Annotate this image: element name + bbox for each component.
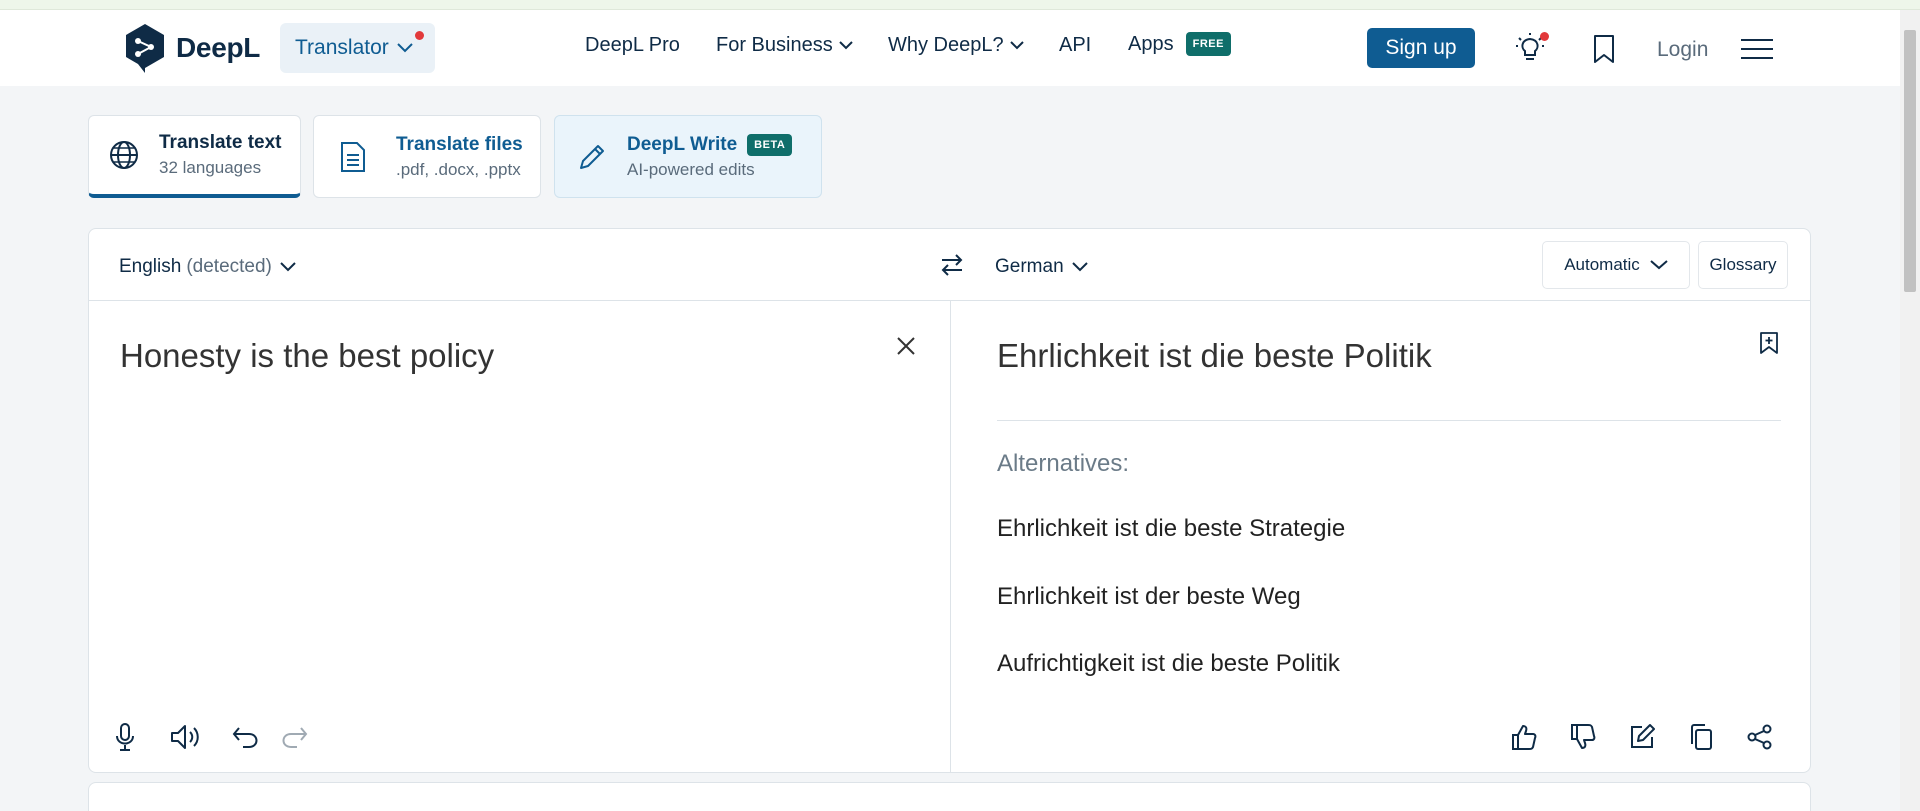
edit-translation-button[interactable]: [1624, 719, 1660, 755]
hamburger-menu-icon: [1741, 39, 1773, 59]
alternative-item[interactable]: Aufrichtigkeit ist die beste Politik: [997, 650, 1340, 678]
chevron-down-icon: [397, 43, 413, 53]
site-header: DeepL Translator DeepL Pro For Business …: [0, 10, 1900, 86]
signup-button[interactable]: Sign up: [1367, 28, 1475, 68]
dictate-button[interactable]: [107, 719, 143, 755]
chevron-down-icon: [1071, 262, 1088, 272]
panel-divider: [950, 301, 951, 772]
swap-languages-button[interactable]: [935, 249, 969, 281]
speaker-icon: [171, 725, 199, 749]
tab-deepl-write-subtitle: AI-powered edits: [627, 159, 755, 179]
target-language-selector[interactable]: German: [995, 256, 1088, 278]
alternatives-separator: [997, 420, 1781, 421]
redo-icon: [282, 727, 308, 748]
nav-why-deepl-label: Why DeepL?: [888, 34, 1004, 56]
browser-top-strip: [0, 0, 1920, 10]
undo-icon: [232, 727, 258, 748]
translator-panel: English (detected) German Automatic Glos…: [88, 228, 1811, 773]
source-language-label: English: [119, 256, 182, 277]
nav-why-deepl[interactable]: Why DeepL?: [888, 34, 1024, 57]
nav-for-business-label: For Business: [716, 34, 833, 56]
deepl-logo-icon: [126, 24, 164, 73]
tab-translate-text-title: Translate text: [159, 132, 282, 153]
nav-apps[interactable]: Apps FREE: [1128, 32, 1231, 56]
nav-for-business[interactable]: For Business: [716, 34, 853, 57]
share-button[interactable]: [1742, 719, 1778, 755]
saved-translations-button[interactable]: [1586, 31, 1622, 67]
thumbs-down-button[interactable]: [1565, 719, 1601, 755]
page-scrollbar[interactable]: [1900, 10, 1920, 811]
next-section-panel: [88, 782, 1811, 811]
main-menu-button[interactable]: [1740, 34, 1774, 64]
thumbs-up-button[interactable]: [1506, 719, 1542, 755]
detected-note: (detected): [186, 256, 272, 277]
tab-translate-files-subtitle: .pdf, .docx, .pptx: [396, 159, 521, 179]
target-language-label: German: [995, 256, 1064, 277]
microphone-icon: [116, 723, 134, 751]
alternatives-label: Alternatives:: [997, 450, 1130, 477]
tab-translate-files-title: Translate files: [396, 133, 523, 155]
translator-label: Translator: [295, 36, 389, 59]
tab-translate-text[interactable]: Translate text 32 languages: [88, 115, 301, 198]
clear-source-button[interactable]: [892, 332, 920, 360]
tips-button[interactable]: [1512, 29, 1549, 65]
login-link[interactable]: Login: [1657, 38, 1708, 62]
translator-menu-button[interactable]: Translator: [280, 23, 435, 73]
logo-text: DeepL: [176, 32, 261, 63]
translated-text[interactable]: Ehrlichkeit ist die beste Politik: [997, 337, 1432, 375]
pencil-icon: [580, 144, 604, 169]
chevron-down-icon: [1009, 41, 1024, 50]
free-badge: FREE: [1185, 32, 1231, 56]
copy-translation-button[interactable]: [1683, 719, 1719, 755]
chevron-down-icon: [839, 41, 853, 50]
thumbs-up-icon: [1512, 725, 1537, 750]
edit-icon: [1631, 724, 1655, 748]
copy-icon: [1691, 724, 1712, 750]
save-translation-button[interactable]: [1755, 329, 1783, 357]
nav-api[interactable]: API: [1059, 34, 1091, 57]
source-language-selector[interactable]: English (detected): [119, 256, 296, 278]
undo-button[interactable]: [227, 719, 263, 755]
alternative-item[interactable]: Ehrlichkeit ist der beste Weg: [997, 583, 1301, 611]
thumbs-down-icon: [1571, 724, 1596, 749]
glossary-button[interactable]: Glossary: [1698, 241, 1788, 289]
bookmark-add-icon: [1760, 332, 1778, 354]
tab-deepl-write[interactable]: DeepL Write BETA AI-powered edits: [554, 115, 822, 198]
tab-translate-text-subtitle: 32 languages: [159, 158, 262, 177]
tab-translate-files[interactable]: Translate files .pdf, .docx, .pptx: [313, 115, 541, 198]
bookmark-icon: [1594, 35, 1614, 63]
scrollbar-thumb[interactable]: [1904, 30, 1916, 292]
nav-api-label: API: [1059, 34, 1092, 56]
swap-arrows-icon: [941, 254, 963, 276]
notification-dot: [1540, 32, 1549, 41]
nav-deepl-pro[interactable]: DeepL Pro: [585, 34, 680, 57]
formality-label: Automatic: [1564, 255, 1640, 274]
share-icon: [1747, 724, 1772, 750]
nav-apps-label: Apps: [1128, 32, 1174, 55]
formality-dropdown[interactable]: Automatic: [1542, 241, 1690, 289]
listen-source-button[interactable]: [167, 719, 203, 755]
redo-button[interactable]: [277, 719, 313, 755]
nav-deepl-pro-label: DeepL Pro: [585, 34, 680, 56]
alternative-item[interactable]: Ehrlichkeit ist die beste Strategie: [997, 515, 1345, 543]
tab-deepl-write-title: DeepL Write: [627, 133, 738, 155]
beta-badge: BETA: [747, 133, 793, 156]
globe-icon: [110, 141, 138, 169]
document-icon: [341, 141, 365, 172]
source-text-input[interactable]: Honesty is the best policy: [120, 337, 494, 375]
chevron-down-icon: [280, 262, 296, 272]
notification-dot: [415, 31, 424, 40]
language-bar: English (detected) German Automatic Glos…: [89, 229, 1810, 301]
close-icon: [897, 337, 915, 355]
chevron-down-icon: [1650, 260, 1668, 270]
deepl-logo[interactable]: DeepL: [124, 22, 260, 74]
